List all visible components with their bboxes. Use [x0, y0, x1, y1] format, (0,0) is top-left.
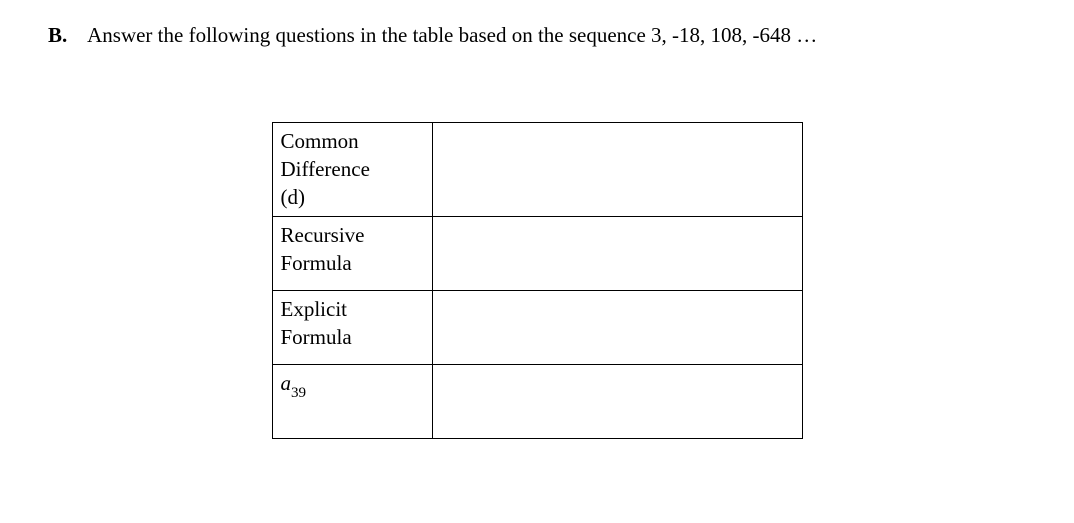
- row-label-recursive: Recursive Formula: [272, 216, 432, 290]
- spacer: [73, 23, 84, 47]
- table-row: Common Difference (d): [272, 122, 802, 216]
- label-line: Formula: [281, 325, 352, 349]
- label-line: Formula: [281, 251, 352, 275]
- row-label-common-difference: Common Difference (d): [272, 122, 432, 216]
- answer-cell-common-difference[interactable]: [432, 122, 802, 216]
- label-line: Common: [281, 129, 359, 153]
- math-variable: a: [281, 371, 292, 395]
- question-label: B.: [48, 23, 67, 47]
- table-row: a39: [272, 364, 802, 438]
- row-label-explicit: Explicit Formula: [272, 290, 432, 364]
- table-container: Common Difference (d) Recursive Formula …: [48, 122, 1026, 439]
- answer-cell-recursive[interactable]: [432, 216, 802, 290]
- answer-cell-explicit[interactable]: [432, 290, 802, 364]
- question-line: B. Answer the following questions in the…: [48, 20, 1026, 52]
- answer-cell-a39[interactable]: [432, 364, 802, 438]
- question-text: Answer the following questions in the ta…: [87, 23, 817, 47]
- row-label-a39: a39: [272, 364, 432, 438]
- table-row: Recursive Formula: [272, 216, 802, 290]
- label-line: Recursive: [281, 223, 365, 247]
- table-row: Explicit Formula: [272, 290, 802, 364]
- sequence-table: Common Difference (d) Recursive Formula …: [272, 122, 803, 439]
- label-line: Explicit: [281, 297, 348, 321]
- label-line: (d): [281, 185, 306, 209]
- label-line: Difference: [281, 157, 370, 181]
- math-subscript: 39: [291, 385, 306, 401]
